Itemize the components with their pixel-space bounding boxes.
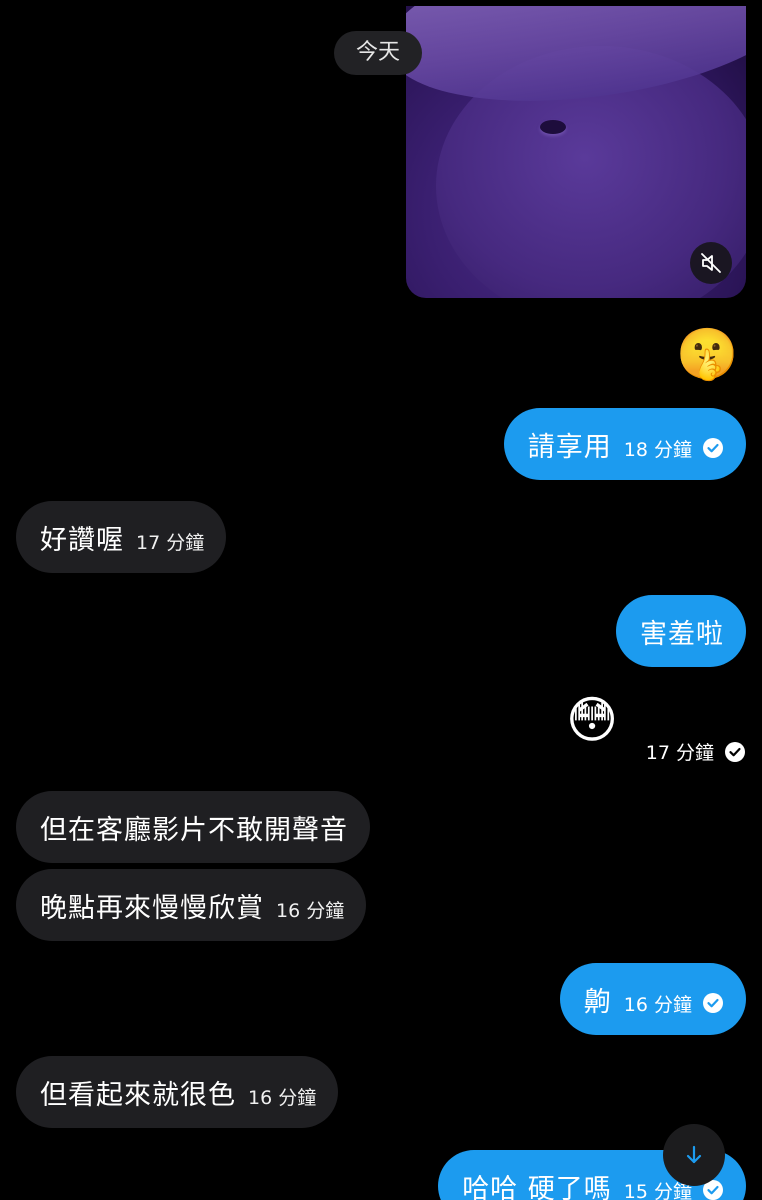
video-frame-navel (540, 120, 566, 134)
message-bubble-incoming[interactable]: 但看起來就很色 16 分鐘 (16, 1056, 339, 1128)
video-message[interactable] (406, 6, 746, 298)
check-circle-icon (725, 741, 745, 762)
message-time: 16 分鐘 (623, 993, 692, 1016)
message-text: 好讚喔 (40, 524, 124, 556)
emoji-message-status: 17 分鐘 (646, 738, 746, 765)
message-text: 但看起來就很色 (40, 1079, 236, 1111)
message-text: 但在客廳影片不敢開聲音 (40, 814, 348, 846)
mute-toggle-button[interactable] (690, 242, 732, 284)
message-text: 請享用 (527, 431, 612, 463)
message-text: 晚點再來慢慢欣賞 (40, 892, 264, 924)
date-divider: 今天 (334, 31, 423, 75)
arrow-down-icon (686, 1145, 702, 1164)
message-bubble-outgoing[interactable]: 請享用 18 分鐘 (503, 408, 746, 480)
message-text: 齁 (583, 986, 612, 1018)
message-bubble-outgoing[interactable]: 齁 16 分鐘 (559, 963, 746, 1035)
check-circle-icon (703, 438, 723, 458)
message-time: 18 分鐘 (623, 438, 692, 461)
message-time: 17 分鐘 (136, 531, 205, 554)
emoji-message-flushed[interactable]: 😳 (566, 690, 618, 750)
message-text: 害羞啦 (640, 618, 724, 650)
check-circle-icon (703, 993, 723, 1013)
speaker-muted-icon (701, 253, 721, 273)
message-time: 16 分鐘 (276, 899, 345, 922)
chat-thread[interactable]: 今天 🤫 請享用 18 分鐘 好讚喔 17 分鐘 害羞啦 😳 17 分鐘 但在客… (0, 0, 762, 1200)
message-bubble-incoming[interactable]: 好讚喔 17 分鐘 (16, 501, 227, 573)
scroll-to-bottom-button[interactable] (663, 1124, 725, 1186)
message-bubble-incoming[interactable]: 晚點再來慢慢欣賞 16 分鐘 (16, 869, 367, 941)
message-time: 17 分鐘 (645, 742, 714, 764)
message-text: 哈哈 硬了嗎 (462, 1173, 612, 1200)
message-bubble-incoming[interactable]: 但在客廳影片不敢開聲音 (16, 791, 370, 863)
message-time: 16 分鐘 (248, 1086, 317, 1109)
emoji-message-shushing[interactable]: 🤫 (676, 324, 738, 384)
message-bubble-outgoing[interactable]: 害羞啦 (616, 595, 746, 667)
